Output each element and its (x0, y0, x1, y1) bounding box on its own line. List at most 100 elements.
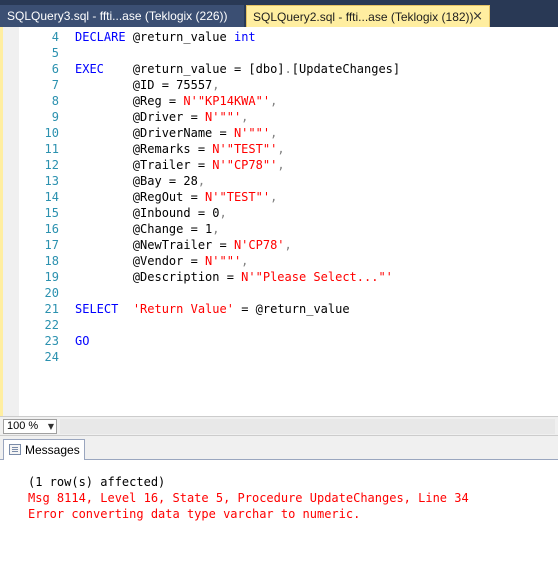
string-literal: N'"CP78"' (212, 158, 278, 172)
comma: , (270, 94, 278, 108)
error-message-line: Error converting data type varchar to nu… (28, 507, 361, 521)
line-number: 22 (44, 318, 59, 332)
line-number: 10 (44, 126, 59, 140)
code-line-4: DECLARE @return_value int (75, 30, 256, 44)
error-message-line: Msg 8114, Level 16, State 5, Procedure U… (28, 491, 469, 505)
param: @Reg = (132, 94, 184, 108)
code-line-9: @Driver = N'""', (75, 110, 249, 124)
tab-sqlquery2[interactable]: SQLQuery2.sql - ffti...ase (Teklogix (18… (246, 5, 490, 27)
schema-name: [dbo] (248, 62, 285, 76)
comma: , (284, 238, 292, 252)
type-keyword: int (233, 30, 256, 44)
code-line-18: @Vendor = N'""', (75, 254, 249, 268)
param: @Trailer = (132, 158, 213, 172)
param: @Bay = 28 (132, 174, 198, 188)
string-literal: N'""' (205, 110, 242, 124)
code-line-11: @Remarks = N'"TEST"', (75, 142, 285, 156)
param: @Remarks = (132, 142, 213, 156)
keyword: GO (75, 334, 90, 348)
comma: , (197, 174, 206, 188)
line-number: 21 (44, 302, 59, 316)
code-line-21: SELECT 'Return Value' = @return_value (75, 302, 350, 316)
code-line-6: EXEC @return_value = [dbo].[UpdateChange… (75, 62, 400, 76)
keyword: EXEC (75, 62, 104, 76)
string-literal: N'""' (205, 254, 242, 268)
line-number: 4 (51, 30, 59, 44)
query-editor[interactable]: 4 5 6 7 8 9 10 11 12 13 14 15 16 17 18 1… (0, 27, 558, 416)
line-number: 15 (44, 206, 59, 220)
assignment: @return_value = (132, 62, 249, 76)
zoom-value: 100 % (7, 420, 39, 432)
line-number: 9 (51, 110, 59, 124)
comma: , (241, 110, 249, 124)
variable: @return_value (132, 30, 227, 44)
code-line-23: GO (75, 334, 89, 348)
procedure-name: [UpdateChanges] (291, 62, 401, 76)
messages-pane[interactable]: (1 row(s) affected) Msg 8114, Level 16, … (0, 460, 558, 561)
param: @Description = (132, 270, 242, 284)
param: @ID = 75557 (132, 78, 213, 92)
string-literal: N'CP78' (233, 238, 285, 252)
param: @NewTrailer = (132, 238, 234, 252)
horizontal-scrollbar[interactable] (60, 419, 555, 434)
zoom-dropdown[interactable]: 100 % ▼ (3, 419, 57, 434)
code-line-15: @Inbound = 0, (75, 206, 227, 220)
param: @Vendor = (132, 254, 206, 268)
comma: , (277, 158, 285, 172)
results-tab-bar: Messages (0, 436, 558, 460)
comma: , (241, 254, 249, 268)
comma: , (270, 190, 278, 204)
line-number: 7 (51, 78, 59, 92)
code-line-19: @Description = N'"Please Select..."' (75, 270, 393, 284)
comma: , (212, 78, 220, 92)
code-line-17: @NewTrailer = N'CP78', (75, 238, 292, 252)
comma: , (212, 222, 220, 236)
string-literal: N'"TEST"' (205, 190, 271, 204)
code-line-7: @ID = 75557, (75, 78, 220, 92)
string-literal: N'"KP14KWA"' (183, 94, 271, 108)
messages-icon (9, 444, 21, 455)
code-line-10: @DriverName = N'""', (75, 126, 278, 140)
string-literal: N'""' (233, 126, 271, 140)
line-number: 12 (44, 158, 59, 172)
code-line-12: @Trailer = N'"CP78"', (75, 158, 285, 172)
param: @DriverName = (132, 126, 234, 140)
dot-operator: . (284, 62, 292, 76)
message-line: (1 row(s) affected) (28, 475, 166, 489)
code-line-13: @Bay = 28, (75, 174, 205, 188)
line-number: 11 (44, 142, 59, 156)
line-number: 20 (44, 286, 59, 300)
line-number: 6 (51, 62, 59, 76)
line-number: 14 (44, 190, 59, 204)
line-number: 8 (51, 94, 59, 108)
close-icon[interactable]: × (472, 6, 483, 28)
code-line-8: @Reg = N'"KP14KWA"', (75, 94, 278, 108)
tab-label: SQLQuery3.sql - ffti...ase (Teklogix (22… (7, 9, 228, 23)
keyword: SELECT (75, 302, 119, 316)
param: @Inbound = 0 (132, 206, 220, 220)
line-number: 17 (44, 238, 59, 252)
line-number: 5 (51, 46, 59, 60)
comma: , (277, 142, 285, 156)
tab-sqlquery3[interactable]: SQLQuery3.sql - ffti...ase (Teklogix (22… (0, 5, 244, 27)
tab-label: SQLQuery2.sql - ffti...ase (Teklogix (18… (253, 10, 474, 24)
editor-status-bar: 100 % ▼ (0, 416, 558, 436)
comma: , (270, 126, 278, 140)
line-number: 23 (44, 334, 59, 348)
tab-messages[interactable]: Messages (3, 439, 85, 460)
chevron-down-icon: ▼ (47, 422, 54, 431)
string-literal: N'"TEST"' (212, 142, 278, 156)
line-number: 18 (44, 254, 59, 268)
param: @RegOut = (132, 190, 206, 204)
line-number: 16 (44, 222, 59, 236)
string-literal: N'"Please Select..."' (241, 270, 393, 284)
assignment: = @return_value (233, 302, 350, 316)
param: @Change = 1 (132, 222, 213, 236)
editor-margin (3, 27, 19, 416)
string-literal: 'Return Value' (132, 302, 234, 316)
tab-label: Messages (25, 443, 80, 457)
line-number: 24 (44, 350, 59, 364)
document-tab-bar: SQLQuery3.sql - ffti...ase (Teklogix (22… (0, 0, 558, 27)
code-line-14: @RegOut = N'"TEST"', (75, 190, 278, 204)
comma: , (219, 206, 227, 220)
